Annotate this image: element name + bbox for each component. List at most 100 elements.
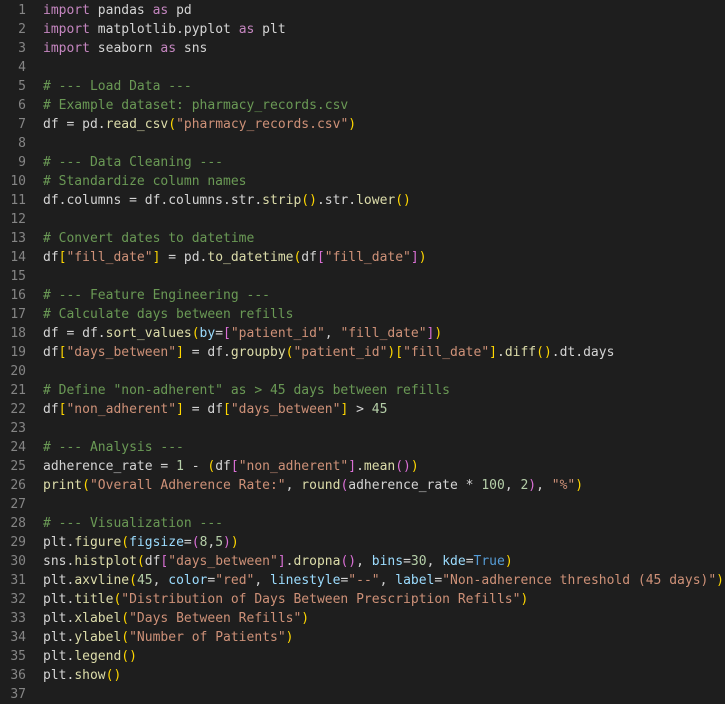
code-line[interactable]: 19 df["days_between"] = df.groupby("patie… bbox=[0, 343, 725, 362]
code-text[interactable]: # --- Visualization --- bbox=[26, 514, 725, 533]
code-text[interactable]: plt.figure(figsize=(8,5)) bbox=[26, 533, 725, 552]
code-text[interactable]: # Calculate days between refills bbox=[26, 305, 725, 324]
code-line[interactable]: 16 # --- Feature Engineering --- bbox=[0, 286, 725, 305]
code-text[interactable] bbox=[26, 685, 725, 704]
line-number: 18 bbox=[10, 326, 26, 341]
code-line[interactable]: 36 plt.show() bbox=[0, 666, 725, 685]
line-number: 27 bbox=[10, 497, 26, 512]
code-text[interactable]: # Standardize column names bbox=[26, 172, 725, 191]
code-token-function: sort_values bbox=[105, 326, 192, 341]
code-line[interactable]: 21 # Define "non-adherent" as > 45 days b… bbox=[0, 381, 725, 400]
code-line[interactable]: 29 plt.figure(figsize=(8,5)) bbox=[0, 533, 725, 552]
code-line[interactable]: 30 sns.histplot(df["days_between"].dropna… bbox=[0, 552, 725, 571]
code-token-plain: .str. bbox=[316, 193, 357, 208]
code-line[interactable]: 6 # Example dataset: pharmacy_records.csv bbox=[0, 96, 725, 115]
code-line[interactable]: 20 bbox=[0, 362, 725, 381]
code-token-plain: df.columns = df.columns.str. bbox=[43, 193, 263, 208]
code-text[interactable]: df["days_between"] = df.groupby("patient… bbox=[26, 343, 725, 362]
code-line[interactable]: 26 print("Overall Adherence Rate:", round… bbox=[0, 476, 725, 495]
code-text[interactable] bbox=[26, 362, 725, 381]
code-token-plain: plt. bbox=[43, 611, 75, 626]
code-line[interactable]: 34 plt.ylabel("Number of Patients") bbox=[0, 628, 725, 647]
code-text[interactable]: df["fill_date"] = pd.to_datetime(df["fil… bbox=[26, 248, 725, 267]
code-line[interactable]: 1 import pandas as pd bbox=[0, 1, 725, 20]
code-text[interactable]: # --- Analysis --- bbox=[26, 438, 725, 457]
code-line[interactable]: 18 df = df.sort_values(by=["patient_id", … bbox=[0, 324, 725, 343]
code-line[interactable]: 37 bbox=[0, 685, 725, 704]
code-text[interactable]: adherence_rate = 1 - (df["non_adherent"]… bbox=[26, 457, 725, 476]
code-text[interactable]: plt.show() bbox=[26, 666, 725, 685]
code-line[interactable]: 3 import seaborn as sns bbox=[0, 39, 725, 58]
code-text[interactable]: # --- Feature Engineering --- bbox=[26, 286, 725, 305]
code-line[interactable]: 25 adherence_rate = 1 - (df["non_adherent… bbox=[0, 457, 725, 476]
code-text[interactable]: plt.title("Distribution of Days Between … bbox=[26, 590, 725, 609]
code-token-string: "patient_id" bbox=[230, 326, 325, 341]
code-text[interactable]: print("Overall Adherence Rate:", round(a… bbox=[26, 476, 725, 495]
code-line[interactable]: 4 bbox=[0, 58, 725, 77]
code-text[interactable]: # Example dataset: pharmacy_records.csv bbox=[26, 96, 725, 115]
code-text[interactable] bbox=[26, 495, 725, 514]
code-text[interactable]: # --- Load Data --- bbox=[26, 77, 725, 96]
code-line[interactable]: 9 # --- Data Cleaning --- bbox=[0, 153, 725, 172]
code-line[interactable]: 13 # Convert dates to datetime bbox=[0, 229, 725, 248]
code-line[interactable]: 10 # Standardize column names bbox=[0, 172, 725, 191]
code-line[interactable]: 24 # --- Analysis --- bbox=[0, 438, 725, 457]
code-text[interactable] bbox=[26, 419, 725, 438]
code-token-function: show bbox=[74, 668, 106, 683]
code-text[interactable]: plt.xlabel("Days Between Refills") bbox=[26, 609, 725, 628]
code-line[interactable]: 12 bbox=[0, 210, 725, 229]
code-line[interactable]: 2 import matplotlib.pyplot as plt bbox=[0, 20, 725, 39]
code-text[interactable]: plt.ylabel("Number of Patients") bbox=[26, 628, 725, 647]
code-text[interactable]: import pandas as pd bbox=[26, 1, 725, 20]
line-number: 22 bbox=[10, 402, 26, 417]
code-token-keyword: as bbox=[160, 41, 177, 56]
code-line[interactable]: 27 bbox=[0, 495, 725, 514]
code-token-string: "fill_date" bbox=[66, 250, 153, 265]
code-token-bracket1: ) bbox=[575, 478, 584, 493]
code-token-comment: # --- Data Cleaning --- bbox=[43, 155, 224, 170]
code-line[interactable]: 32 plt.title("Distribution of Days Betwee… bbox=[0, 590, 725, 609]
code-text[interactable]: # Convert dates to datetime bbox=[26, 229, 725, 248]
line-number: 4 bbox=[18, 60, 26, 75]
code-line[interactable]: 23 bbox=[0, 419, 725, 438]
code-text[interactable]: df.columns = df.columns.str.strip().str.… bbox=[26, 191, 725, 210]
code-token-plain: df bbox=[43, 345, 59, 360]
code-token-plain: = bbox=[465, 554, 474, 569]
code-line[interactable]: 28 # --- Visualization --- bbox=[0, 514, 725, 533]
code-line[interactable]: 31 plt.axvline(45, color="red", linestyle… bbox=[0, 571, 725, 590]
code-token-plain: .dt.days bbox=[551, 345, 615, 360]
code-line[interactable]: 35 plt.legend() bbox=[0, 647, 725, 666]
code-line[interactable]: 11 df.columns = df.columns.str.strip().st… bbox=[0, 191, 725, 210]
code-text[interactable]: import seaborn as sns bbox=[26, 39, 725, 58]
code-line[interactable]: 22 df["non_adherent"] = df["days_between"… bbox=[0, 400, 725, 419]
code-text[interactable]: df = pd.read_csv("pharmacy_records.csv") bbox=[26, 115, 725, 134]
code-token-plain: plt. bbox=[43, 630, 75, 645]
code-text[interactable]: df["non_adherent"] = df["days_between"] … bbox=[26, 400, 725, 419]
code-line[interactable]: 5 # --- Load Data --- bbox=[0, 77, 725, 96]
code-token-string: "Overall Adherence Rate:" bbox=[89, 478, 286, 493]
code-token-function: to_datetime bbox=[207, 250, 294, 265]
code-text[interactable]: df = df.sort_values(by=["patient_id", "f… bbox=[26, 324, 725, 343]
code-token-string: "fill_date" bbox=[340, 326, 427, 341]
code-line[interactable]: 17 # Calculate days between refills bbox=[0, 305, 725, 324]
code-text[interactable]: # Define "non-adherent" as > 45 days bet… bbox=[26, 381, 725, 400]
line-number: 6 bbox=[18, 98, 26, 113]
code-line[interactable]: 7 df = pd.read_csv("pharmacy_records.csv"… bbox=[0, 115, 725, 134]
code-token-bracket1: ( bbox=[168, 117, 177, 132]
code-text[interactable]: # --- Data Cleaning --- bbox=[26, 153, 725, 172]
code-text[interactable] bbox=[26, 58, 725, 77]
code-text[interactable]: import matplotlib.pyplot as plt bbox=[26, 20, 725, 39]
code-token-plain: , bbox=[254, 573, 271, 588]
code-editor[interactable]: 1 import pandas as pd 2 import matplotlib.p… bbox=[0, 0, 725, 702]
code-text[interactable]: plt.axvline(45, color="red", linestyle="… bbox=[26, 571, 725, 590]
code-line[interactable]: 14 df["fill_date"] = pd.to_datetime(df["f… bbox=[0, 248, 725, 267]
code-text[interactable] bbox=[26, 267, 725, 286]
code-line[interactable]: 33 plt.xlabel("Days Between Refills") bbox=[0, 609, 725, 628]
code-token-string: "non_adherent" bbox=[66, 402, 177, 417]
code-line[interactable]: 15 bbox=[0, 267, 725, 286]
code-line[interactable]: 8 bbox=[0, 134, 725, 153]
code-text[interactable] bbox=[26, 134, 725, 153]
code-text[interactable]: plt.legend() bbox=[26, 647, 725, 666]
code-text[interactable] bbox=[26, 210, 725, 229]
code-text[interactable]: sns.histplot(df["days_between"].dropna()… bbox=[26, 552, 725, 571]
